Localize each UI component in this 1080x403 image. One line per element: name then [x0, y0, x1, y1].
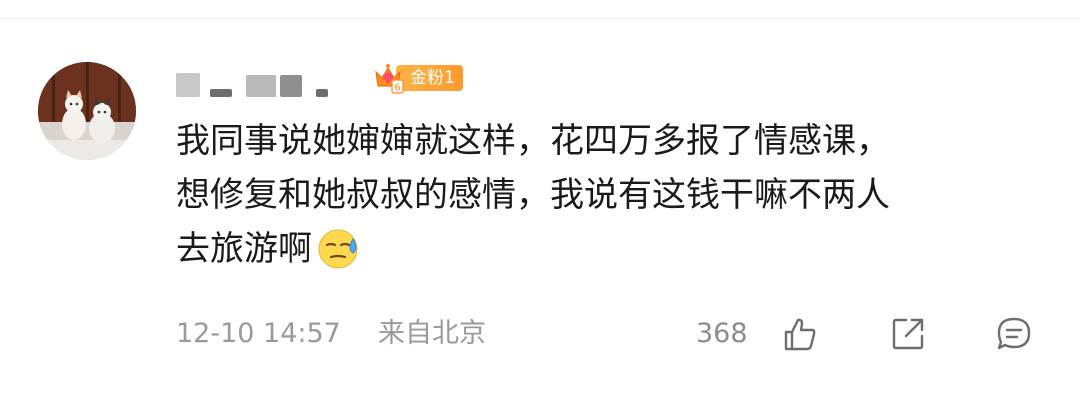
- like-count: 368: [696, 318, 748, 349]
- username-redacted[interactable]: [176, 62, 328, 102]
- comment-line: 我同事说她婶婶就这样，花四万多报了情感课，: [176, 121, 890, 161]
- comment-text: 我同事说她婶婶就这样，花四万多报了情感课， 想修复和她叔叔的感情，我说有这钱干嘛…: [176, 114, 1036, 276]
- comment-time: 12-10 14:57: [176, 318, 341, 349]
- comment-line-text: 去旅游啊: [176, 229, 312, 269]
- avatar[interactable]: [38, 62, 136, 160]
- redaction-block: [246, 75, 276, 97]
- redaction-block: [280, 75, 302, 97]
- comment-location: 来自北京: [378, 318, 486, 349]
- thumbs-up-icon[interactable]: [780, 314, 820, 354]
- top-divider: [0, 18, 1080, 19]
- redaction-block: [316, 89, 328, 97]
- svg-text:6: 6: [394, 83, 400, 94]
- redaction-block: [176, 73, 200, 97]
- comment-line: 去旅游啊: [176, 222, 1036, 276]
- comment-footer: 12-10 14:57 来自北京 368: [176, 312, 1046, 356]
- share-icon[interactable]: [888, 314, 928, 354]
- fan-badge-label: 金粉1: [396, 65, 463, 91]
- sweat-emoji-icon: [318, 229, 358, 268]
- fan-badge[interactable]: 6 金粉1: [370, 60, 463, 96]
- redaction-block: [210, 89, 232, 97]
- comment-line: 想修复和她叔叔的感情，我说有这钱干嘛不两人: [176, 175, 890, 215]
- comment-icon[interactable]: [994, 314, 1034, 354]
- crown-icon: 6: [375, 64, 404, 94]
